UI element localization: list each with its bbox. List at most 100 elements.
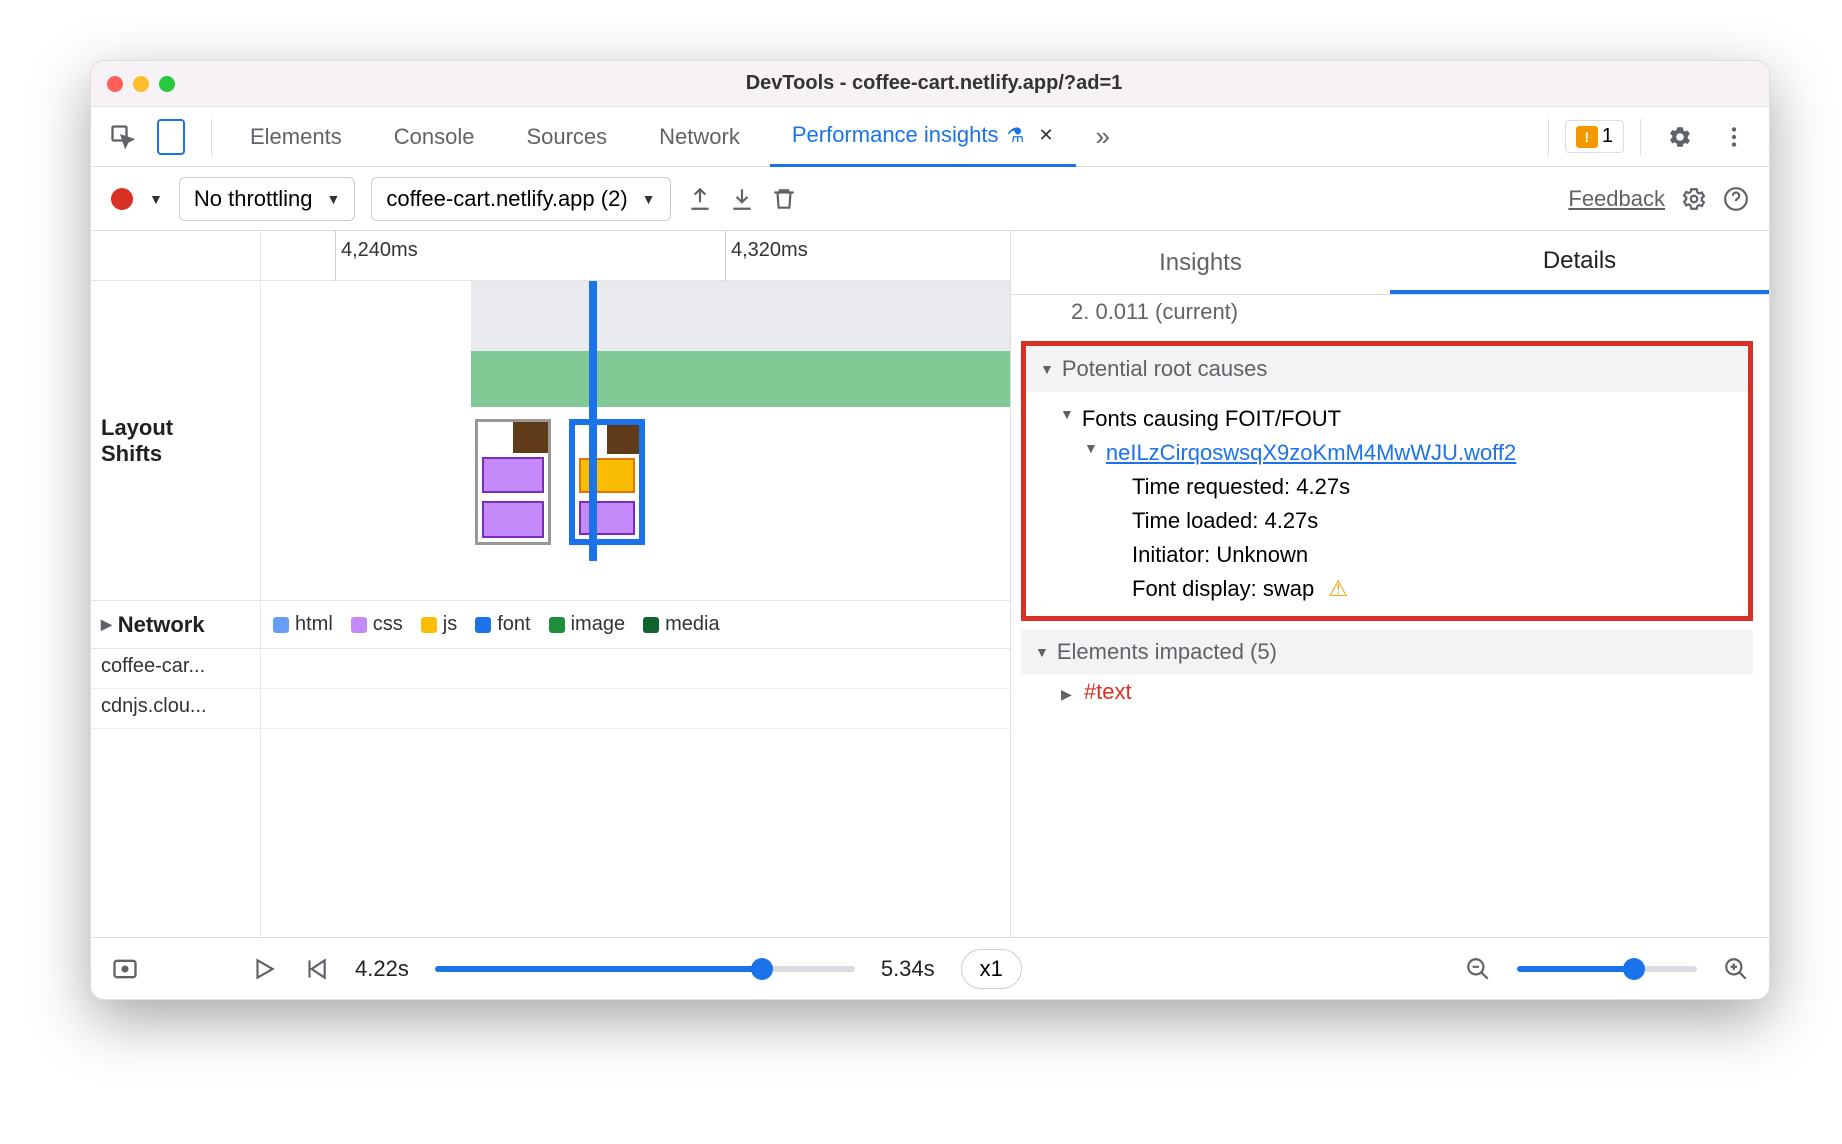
kebab-menu-icon[interactable]: [1711, 124, 1757, 150]
elements-impacted-label: Elements impacted (5): [1057, 639, 1277, 665]
timeline-panel: 4,240ms 4,320ms Layout Shifts ▶ Network …: [91, 231, 1011, 937]
highlighted-section: ▼ Potential root causes ▼ Fonts causing …: [1021, 341, 1753, 621]
throttling-select[interactable]: No throttling ▼: [179, 177, 355, 221]
font-file-row[interactable]: ▼ neILzCirqoswsqX9zoKmM4MwWJU.woff2: [1040, 436, 1734, 470]
legend-image: image: [549, 613, 625, 636]
collapse-caret-icon: ▼: [1060, 406, 1074, 422]
tab-sources[interactable]: Sources: [504, 107, 629, 167]
timeline-slider[interactable]: [435, 966, 855, 972]
legend-font: font: [475, 613, 530, 636]
font-file-link[interactable]: neILzCirqoswsqX9zoKmM4MwWJU.woff2: [1106, 440, 1516, 466]
fonts-heading-label: Fonts causing FOIT/FOUT: [1082, 406, 1341, 432]
perf-toolbar: ▼ No throttling ▼ coffee-cart.netlify.ap…: [91, 167, 1769, 231]
playback-speed[interactable]: x1: [961, 949, 1022, 989]
expand-caret-icon: ▶: [1061, 686, 1072, 702]
elements-impacted-header[interactable]: ▼ Elements impacted (5): [1021, 629, 1753, 675]
tab-console[interactable]: Console: [372, 107, 497, 167]
panel-settings-icon[interactable]: [1681, 186, 1707, 212]
end-time: 5.34s: [881, 956, 935, 982]
row-tracks: html css js font image media: [261, 281, 1010, 937]
details-tab[interactable]: Details: [1390, 231, 1769, 294]
timeline-body: Layout Shifts ▶ Network coffee-car... cd…: [91, 281, 1010, 937]
recording-select[interactable]: coffee-cart.netlify.app (2) ▼: [371, 177, 670, 221]
zoom-in-icon[interactable]: [1723, 956, 1749, 982]
throttling-label: No throttling: [194, 186, 313, 212]
close-window-button[interactable]: [107, 76, 123, 92]
tab-performance-insights[interactable]: Performance insights ⚗ ✕: [770, 107, 1076, 167]
insights-tab[interactable]: Insights: [1011, 231, 1390, 294]
delete-icon[interactable]: [771, 186, 797, 212]
impacted-element-row[interactable]: ▶ #text: [1011, 675, 1769, 709]
collapse-caret-icon: ▼: [1040, 361, 1054, 377]
network-request-label[interactable]: coffee-car...: [91, 649, 260, 689]
timeline-block[interactable]: [471, 351, 1011, 407]
layout-shifts-track[interactable]: [261, 281, 1010, 601]
cls-current-value: 2. 0.011 (current): [1011, 295, 1769, 329]
tab-network[interactable]: Network: [637, 107, 762, 167]
devtools-window: DevTools - coffee-cart.netlify.app/?ad=1…: [90, 60, 1770, 1000]
network-request-label[interactable]: cdnjs.clou...: [91, 689, 260, 729]
chevron-down-icon: ▼: [642, 191, 656, 207]
record-dropdown-icon[interactable]: ▼: [149, 191, 163, 207]
help-icon[interactable]: [1723, 186, 1749, 212]
minimize-window-button[interactable]: [133, 76, 149, 92]
details-panel: Insights Details 2. 0.011 (current) ▼ Po…: [1011, 231, 1769, 937]
layout-shift-thumbnail-selected[interactable]: [569, 419, 645, 545]
fonts-foit-fout-row[interactable]: ▼ Fonts causing FOIT/FOUT: [1040, 402, 1734, 436]
root-causes-label: Potential root causes: [1062, 356, 1267, 382]
tab-elements[interactable]: Elements: [228, 107, 364, 167]
layout-shift-thumbnail[interactable]: [475, 419, 551, 545]
rewind-button[interactable]: [303, 956, 329, 982]
tab-network-label: Network: [659, 124, 740, 150]
root-causes-body: ▼ Fonts causing FOIT/FOUT ▼ neILzCirqosw…: [1026, 392, 1748, 616]
tab-perf-label: Performance insights: [792, 122, 999, 148]
network-track-row[interactable]: [261, 689, 1010, 729]
maximize-window-button[interactable]: [159, 76, 175, 92]
time-loaded-row: Time loaded: 4.27s: [1040, 504, 1734, 538]
device-toolbar-icon[interactable]: [157, 119, 185, 155]
zoom-slider[interactable]: [1517, 966, 1697, 972]
legend-html: html: [273, 613, 333, 636]
more-tabs-button[interactable]: »: [1084, 121, 1122, 152]
toggle-view-icon[interactable]: [111, 955, 139, 983]
playhead[interactable]: [589, 281, 597, 561]
slider-thumb[interactable]: [1623, 958, 1645, 980]
network-track-row[interactable]: [261, 649, 1010, 689]
network-row-label[interactable]: ▶ Network: [91, 601, 260, 649]
collapse-caret-icon: ▼: [1035, 644, 1049, 660]
play-button[interactable]: [251, 956, 277, 982]
import-icon[interactable]: [729, 186, 755, 212]
record-button[interactable]: [111, 188, 133, 210]
traffic-lights: [107, 76, 175, 92]
feedback-link[interactable]: Feedback: [1568, 186, 1665, 212]
font-display-row: Font display: swap ⚠: [1040, 572, 1734, 606]
export-icon[interactable]: [687, 186, 713, 212]
inspect-element-icon[interactable]: [103, 117, 143, 157]
close-tab-icon[interactable]: ✕: [1038, 125, 1053, 146]
recording-label: coffee-cart.netlify.app (2): [386, 186, 627, 212]
content-area: 4,240ms 4,320ms Layout Shifts ▶ Network …: [91, 231, 1769, 937]
row-labels: Layout Shifts ▶ Network coffee-car... cd…: [91, 281, 261, 937]
slider-thumb[interactable]: [751, 958, 773, 980]
layout-shifts-text: Layout Shifts: [101, 415, 173, 467]
start-time: 4.22s: [355, 956, 409, 982]
tab-console-label: Console: [394, 124, 475, 150]
warning-icon: ⚠: [1328, 576, 1348, 602]
details-body: 2. 0.011 (current) ▼ Potential root caus…: [1011, 295, 1769, 937]
chevron-down-icon: ▼: [326, 191, 340, 207]
legend-js: js: [421, 613, 457, 636]
time-ruler[interactable]: 4,240ms 4,320ms: [91, 231, 1010, 281]
titlebar: DevTools - coffee-cart.netlify.app/?ad=1: [91, 61, 1769, 107]
issues-badge[interactable]: ! 1: [1565, 120, 1624, 153]
network-text: Network: [118, 612, 205, 638]
tab-sources-label: Sources: [526, 124, 607, 150]
legend-css: css: [351, 613, 403, 636]
separator: [1640, 119, 1641, 155]
settings-icon[interactable]: [1657, 124, 1703, 150]
playback-bar: 4.22s 5.34s x1: [91, 937, 1769, 999]
ruler-tick: 4,240ms: [341, 239, 418, 262]
root-causes-header[interactable]: ▼ Potential root causes: [1026, 346, 1748, 392]
zoom-out-icon[interactable]: [1465, 956, 1491, 982]
time-requested-row: Time requested: 4.27s: [1040, 470, 1734, 504]
legend-media: media: [643, 613, 719, 636]
